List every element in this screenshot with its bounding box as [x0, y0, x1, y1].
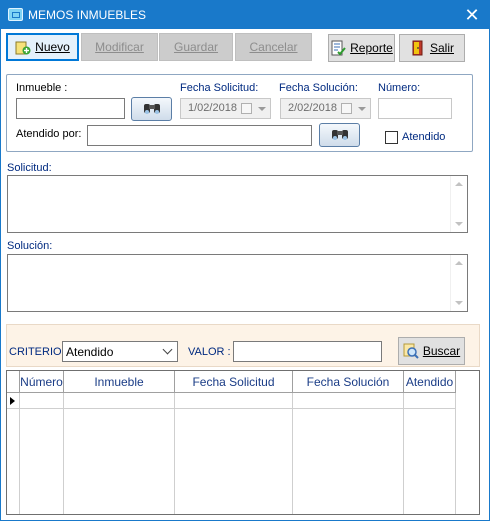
- cancelar-button[interactable]: Cancelar: [235, 33, 312, 61]
- nuevo-label: Nuevo: [35, 40, 70, 54]
- chevron-down-icon: [358, 107, 366, 111]
- grid-line: [403, 409, 404, 514]
- calendar-icon: [241, 103, 252, 114]
- solucion-label: Solución:: [7, 240, 53, 252]
- table-cell[interactable]: [20, 393, 64, 409]
- buscar-button[interactable]: Buscar: [398, 337, 465, 365]
- guardar-button[interactable]: Guardar: [159, 33, 233, 61]
- add-icon: [15, 39, 31, 55]
- numero-label: Número:: [378, 82, 421, 94]
- salir-button[interactable]: Salir: [399, 34, 465, 62]
- scroll-up-icon[interactable]: [455, 182, 463, 186]
- reporte-label: Reporte: [350, 41, 393, 55]
- table-cell[interactable]: [404, 393, 456, 409]
- column-header-fecha-solucion[interactable]: Fecha Solución: [293, 371, 404, 393]
- table-cell[interactable]: [64, 393, 175, 409]
- atendido-checkbox[interactable]: [385, 131, 398, 144]
- report-icon: [330, 40, 346, 56]
- close-button[interactable]: ✕: [461, 4, 483, 26]
- column-header-numero[interactable]: Número: [20, 371, 64, 393]
- grid-line: [174, 409, 175, 514]
- criterio-select[interactable]: Atendido: [62, 341, 178, 362]
- modificar-label: Modificar: [95, 40, 144, 54]
- row-header-corner: [7, 371, 20, 393]
- table-cell[interactable]: [293, 393, 404, 409]
- row-selector[interactable]: [7, 393, 20, 409]
- grid-line: [455, 409, 456, 514]
- atendido-checkbox-label: Atendido: [402, 131, 446, 143]
- guardar-label: Guardar: [173, 40, 219, 54]
- modificar-button[interactable]: Modificar: [81, 33, 158, 61]
- title-bar: MEMOS INMUEBLES ✕: [1, 1, 489, 29]
- solucion-textarea[interactable]: [7, 254, 468, 312]
- binoculars-icon: [142, 101, 162, 118]
- solicitud-scrollbar[interactable]: [450, 176, 467, 232]
- grid-line: [19, 409, 20, 514]
- table-cell[interactable]: [175, 393, 293, 409]
- binoculars-icon: [330, 127, 350, 144]
- grid-line: [292, 409, 293, 514]
- column-header-atendido[interactable]: Atendido: [404, 371, 456, 393]
- inmueble-label: Inmueble :: [16, 82, 68, 94]
- exit-door-icon: [410, 40, 426, 56]
- fecha-solicitud-picker[interactable]: 1/02/2018: [180, 98, 271, 119]
- solicitud-textarea[interactable]: [7, 175, 468, 233]
- column-header-fecha-solicitud[interactable]: Fecha Solicitud: [175, 371, 293, 393]
- row-pointer-icon: [10, 397, 15, 405]
- calendar-icon: [341, 103, 352, 114]
- column-header-inmueble[interactable]: Inmueble: [64, 371, 175, 393]
- solucion-scrollbar[interactable]: [450, 255, 467, 311]
- criterio-label: CRITERIO:: [9, 346, 65, 358]
- numero-input[interactable]: [378, 98, 452, 119]
- scroll-down-icon[interactable]: [455, 301, 463, 305]
- inmueble-search-button[interactable]: [131, 97, 172, 121]
- salir-label: Salir: [429, 41, 454, 55]
- nuevo-button[interactable]: Nuevo: [6, 33, 79, 61]
- grid-line: [63, 409, 64, 514]
- atendido-por-search-button[interactable]: [319, 123, 360, 147]
- cancelar-label: Cancelar: [249, 40, 298, 54]
- inmueble-input[interactable]: [16, 98, 125, 119]
- atendido-por-input[interactable]: [87, 125, 312, 146]
- memos-grid[interactable]: Número Inmueble Fecha Solicitud Fecha So…: [6, 370, 480, 515]
- valor-label: VALOR :: [188, 346, 231, 358]
- memos-inmuebles-window: MEMOS INMUEBLES ✕ Nuevo Modificar Guarda…: [0, 0, 490, 521]
- buscar-label: Buscar: [422, 344, 461, 358]
- chevron-down-icon: [258, 107, 266, 111]
- valor-input[interactable]: [233, 341, 382, 362]
- fecha-solucion-picker[interactable]: 2/02/2018: [280, 98, 371, 119]
- magnifier-icon: [403, 343, 419, 359]
- atendido-por-label: Atendido por:: [16, 128, 82, 140]
- reporte-button[interactable]: Reporte: [328, 34, 395, 62]
- window-title: MEMOS INMUEBLES: [28, 8, 147, 22]
- scroll-up-icon[interactable]: [455, 261, 463, 265]
- solicitud-label: Solicitud:: [7, 162, 52, 174]
- app-icon: [8, 8, 23, 21]
- chevron-down-icon: [162, 344, 173, 355]
- fecha-solucion-label: Fecha Solución:: [279, 82, 358, 94]
- scroll-down-icon[interactable]: [455, 222, 463, 226]
- fecha-solicitud-label: Fecha Solicitud:: [180, 82, 259, 94]
